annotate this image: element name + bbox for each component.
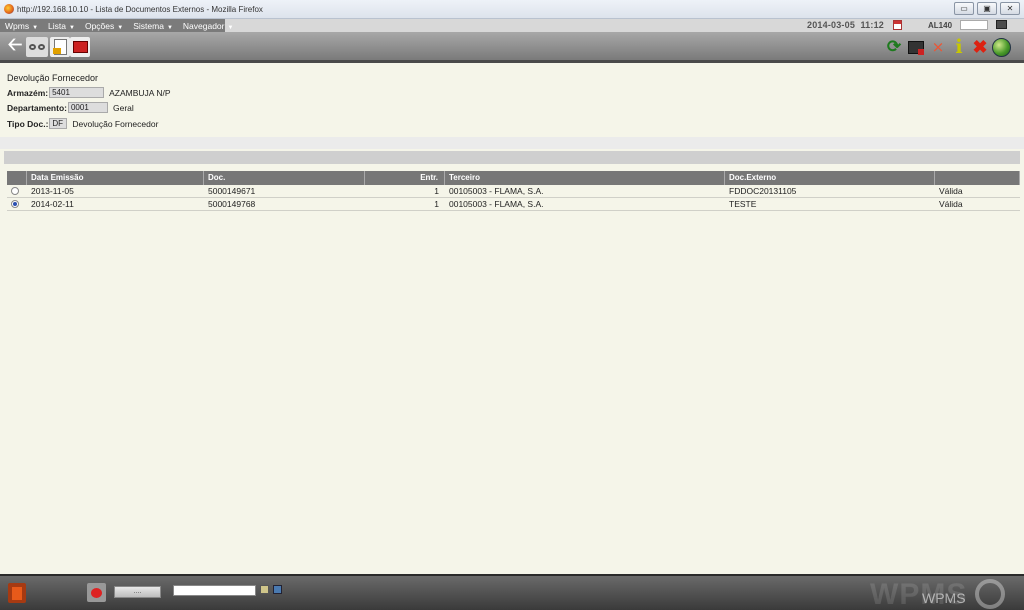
header-doc-externo[interactable]: Doc.Externo <box>725 171 935 185</box>
chevron-down-icon: ▼ <box>227 25 234 31</box>
filter-bar <box>0 137 1024 149</box>
tipo-doc-label: Tipo Doc.: <box>7 118 49 129</box>
minimize-button[interactable]: ▭ <box>954 2 974 15</box>
window-controls: ▭ ▣ ✕ <box>954 2 1020 15</box>
info-icon[interactable]: i <box>949 36 969 58</box>
menu-label: Navegador <box>182 21 225 31</box>
tipo-doc-row: Tipo Doc.: DF Devolução Fornecedor <box>7 118 158 129</box>
chevron-down-icon: ▼ <box>117 25 124 31</box>
screen-icon[interactable] <box>906 37 926 57</box>
menu-bar: Wpms ▼ Lista ▼ Opções ▼ Sistema ▼ Navegador ▼… <box>0 19 1024 32</box>
cell-doc-externo: FDDOC20131105 <box>729 186 797 196</box>
departamento-row: Departamento: 0001 Geral <box>7 102 134 113</box>
wpms-logo-text: WPMS <box>922 590 966 606</box>
departamento-description: Geral <box>112 102 134 113</box>
trash-icon[interactable] <box>8 583 26 603</box>
document-export-icon[interactable] <box>50 37 70 57</box>
header-entr[interactable]: Entr. <box>365 171 445 185</box>
document-header-form: Devolução Fornecedor Armazém: 5401 AZAMB… <box>7 73 171 129</box>
note-icon[interactable] <box>260 585 269 594</box>
close-x-icon[interactable]: ✖ <box>970 37 990 57</box>
departamento-label: Departamento: <box>7 102 67 113</box>
cell-doc: 5000149671 <box>208 186 256 196</box>
cell-doc: 5000149768 <box>208 199 256 209</box>
header-data-emissao[interactable]: Data Emissão <box>27 171 204 185</box>
menu-label: Sistema <box>133 21 164 31</box>
current-date: 2014-03-05 <box>807 20 856 30</box>
cell-data-emissao: 2013-11-05 <box>31 186 74 196</box>
grid-toolbar <box>4 151 1020 164</box>
cell-entr: 1 <box>434 199 439 209</box>
document-type-title: Devolução Fornecedor <box>7 73 99 83</box>
armazem-label: Armazém: <box>7 87 49 98</box>
status-bar: .... WPMS WPMS <box>0 574 1024 610</box>
back-arrow-icon[interactable]: 🡠 <box>5 34 25 57</box>
current-time: 11:12 <box>860 20 884 30</box>
chevron-down-icon: ▼ <box>69 25 75 31</box>
firefox-icon <box>4 4 14 14</box>
menu-label: Opções <box>84 21 115 31</box>
status-input[interactable] <box>173 585 256 596</box>
status-action-button[interactable]: .... <box>114 586 161 598</box>
documents-table: Data Emissão Doc. Entr. Terceiro Doc.Ext… <box>7 171 1020 211</box>
cell-terceiro: 00105003 - FLAMA, S.A. <box>449 186 544 196</box>
menu-navegador[interactable]: Navegador ▼ <box>178 19 239 32</box>
cell-doc-externo: TESTE <box>729 199 757 209</box>
window-title: http://192.168.10.10 - Lista de Document… <box>17 5 263 14</box>
wpms-logo: WPMS WPMS <box>870 576 1020 610</box>
menu-opcoes[interactable]: Opções ▼ <box>80 19 128 32</box>
menu-label: Wpms <box>5 21 30 31</box>
calendar-icon[interactable] <box>893 20 902 30</box>
tipo-doc-description: Devolução Fornecedor <box>72 118 159 129</box>
row-select-cell <box>7 198 27 210</box>
cell-estado: Válida <box>939 186 963 196</box>
window-icon[interactable] <box>273 585 282 594</box>
header-doc[interactable]: Doc. <box>204 171 365 185</box>
table-row[interactable]: 2014-02-11 5000149768 1 00105003 - FLAMA… <box>7 198 1020 211</box>
menu-label: Lista <box>48 21 67 31</box>
armazem-code-field[interactable]: 5401 <box>49 87 105 98</box>
close-window-button[interactable]: ✕ <box>1000 2 1020 15</box>
wpms-logo-ring-icon <box>975 579 1005 609</box>
monitor-icon[interactable] <box>996 20 1007 29</box>
cell-terceiro: 00105003 - FLAMA, S.A. <box>449 199 544 209</box>
window-title-bar: http://192.168.10.10 - Lista de Document… <box>0 0 1024 19</box>
chevron-down-icon: ▼ <box>166 25 173 31</box>
user-code: AL140 <box>928 21 953 30</box>
table-header: Data Emissão Doc. Entr. Terceiro Doc.Ext… <box>7 171 1020 185</box>
menu-lista[interactable]: Lista ▼ <box>43 19 80 32</box>
cell-data-emissao: 2014-02-11 <box>31 199 74 209</box>
tipo-doc-code-field[interactable]: DF <box>49 118 68 129</box>
table-row[interactable]: 2013-11-05 5000149671 1 00105003 - FLAMA… <box>7 185 1020 198</box>
globe-icon[interactable] <box>991 37 1011 57</box>
menu-wpms[interactable]: Wpms ▼ <box>0 19 43 32</box>
main-menu: Wpms ▼ Lista ▼ Opções ▼ Sistema ▼ Navegador ▼ <box>0 19 233 32</box>
glasses-icon[interactable] <box>26 37 48 57</box>
header-select <box>7 171 27 185</box>
collapse-icon[interactable]: ⨯ <box>928 37 948 57</box>
menu-sistema[interactable]: Sistema ▼ <box>128 19 178 32</box>
header-estado <box>935 171 1020 185</box>
bug-icon[interactable] <box>87 583 106 602</box>
cell-estado: Válida <box>939 199 963 209</box>
row-radio[interactable] <box>11 200 19 208</box>
armazem-description: AZAMBUJA N/P <box>109 87 171 98</box>
maximize-button[interactable]: ▣ <box>977 2 997 15</box>
armazem-row: Armazém: 5401 AZAMBUJA N/P <box>7 87 171 98</box>
print-icon[interactable] <box>70 37 90 57</box>
cell-entr: 1 <box>434 186 439 196</box>
departamento-code-field[interactable]: 0001 <box>67 102 108 113</box>
row-radio[interactable] <box>11 187 19 195</box>
date-time: 2014-03-05 11:12 <box>807 20 884 30</box>
chevron-down-icon: ▼ <box>32 25 39 31</box>
user-input[interactable] <box>960 20 988 30</box>
refresh-icon[interactable]: ⟳ <box>884 37 904 57</box>
header-terceiro[interactable]: Terceiro <box>445 171 725 185</box>
toolbar: 🡠 ⟳ ⨯ i ✖ <box>0 32 1024 63</box>
row-select-cell <box>7 185 27 197</box>
